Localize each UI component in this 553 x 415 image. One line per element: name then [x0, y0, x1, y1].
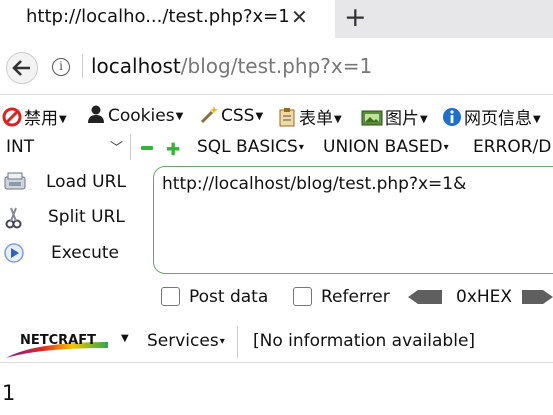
netcraft-logo-text: NETCRAFT	[20, 333, 96, 348]
menu-disable[interactable]: 禁用▼	[2, 104, 67, 129]
info-icon	[443, 108, 461, 126]
cookie-person-icon	[88, 105, 104, 123]
scissors-icon	[5, 207, 22, 229]
play-icon	[4, 243, 24, 263]
clipboard-icon	[279, 108, 295, 127]
menu-error-based[interactable]: ERROR/D	[473, 137, 551, 157]
hackbar-options: Post data Referrer 0xHEX	[0, 284, 553, 312]
post-data-checkbox[interactable]	[161, 287, 180, 306]
close-tab-icon[interactable]: ✕	[291, 5, 308, 29]
split-url-button[interactable]: Split URL	[0, 201, 150, 235]
menu-images-label: 图片	[385, 109, 419, 129]
decode-arrow-left-icon[interactable]	[408, 290, 442, 304]
encode-arrow-right-icon[interactable]	[522, 290, 553, 304]
menu-union-based[interactable]: UNION BASED▾	[323, 137, 449, 157]
url-host: localhost	[91, 54, 181, 78]
divider	[237, 326, 238, 358]
decrease-icon[interactable]	[141, 146, 153, 150]
menu-page-info-label: 网页信息	[464, 109, 532, 129]
execute-button[interactable]: Execute	[0, 237, 150, 271]
menu-forms[interactable]: 表单▼	[277, 104, 342, 129]
caret-icon: ▼	[420, 114, 428, 125]
load-url-label: Load URL	[46, 172, 126, 192]
menu-sql-basics[interactable]: SQL BASICS▾	[197, 137, 304, 157]
menu-cookies[interactable]: Cookies▼	[86, 104, 183, 126]
menu-error-based-label: ERROR/D	[473, 137, 552, 157]
page-output: 1	[2, 381, 16, 405]
caret-icon: ▼	[334, 114, 342, 125]
caret-icon: ▼	[175, 111, 184, 122]
menu-css-label: CSS	[221, 106, 255, 126]
disable-icon	[2, 107, 22, 127]
hackbar-toolbar: INT ﹀ ✚ SQL BASICS▾ UNION BASED▾ ERROR/D	[0, 134, 553, 164]
encoding-select[interactable]: INT ﹀	[0, 134, 131, 160]
caret-icon: ▾	[443, 142, 449, 153]
active-tab[interactable]: http://localho.../test.php?x=1 ✕	[0, 0, 335, 38]
menu-cookies-label: Cookies	[108, 106, 175, 126]
url-textarea[interactable]: http://localhost/blog/test.php?x=1&	[153, 166, 553, 274]
referrer-checkbox[interactable]	[293, 287, 312, 306]
tab-title: http://localho.../test.php?x=1	[26, 6, 290, 27]
caret-icon: ▼	[533, 114, 541, 125]
load-url-icon	[4, 172, 26, 190]
post-data-label: Post data	[189, 287, 269, 307]
execute-label: Execute	[51, 243, 119, 263]
encoding-select-value: INT	[6, 137, 35, 157]
increase-icon[interactable]: ✚	[166, 140, 180, 160]
divider	[82, 54, 83, 78]
image-icon	[361, 110, 383, 126]
site-info-text: [No information available]	[253, 331, 476, 351]
site-info-icon[interactable]: i	[52, 58, 70, 76]
new-tab-button[interactable]: +	[344, 2, 367, 33]
caret-icon: ▾	[298, 142, 304, 153]
extension-toolbar: 禁用▼ Cookies▼ CSS▼ 表单▼ 图片▼ 网页信息▼	[0, 96, 553, 134]
netcraft-toolbar: NETCRAFT ▼ Services▾ [No information ava…	[0, 322, 553, 363]
hackbar-actions: Load URL Split URL Execute	[0, 166, 150, 276]
referrer-label: Referrer	[321, 287, 390, 307]
menu-css[interactable]: CSS▼	[199, 104, 263, 126]
load-url-button[interactable]: Load URL	[0, 166, 150, 200]
navigation-bar: i localhost/blog/test.php?x=1	[0, 38, 553, 95]
services-label: Services	[147, 331, 219, 351]
menu-sql-basics-label: SQL BASICS	[197, 137, 298, 157]
tab-strip: http://localho.../test.php?x=1 ✕ +	[0, 0, 553, 38]
back-arrow-icon	[12, 60, 30, 76]
caret-icon[interactable]: ▼	[121, 333, 129, 344]
url-path: /blog/test.php?x=1	[180, 54, 373, 78]
back-button[interactable]	[6, 52, 38, 84]
url-textarea-value: http://localhost/blog/test.php?x=1&	[162, 174, 467, 194]
magic-wand-icon	[200, 106, 218, 124]
hex-label: 0xHEX	[456, 287, 513, 307]
menu-images[interactable]: 图片▼	[361, 104, 428, 129]
menu-disable-label: 禁用	[24, 109, 58, 129]
caret-icon: ▼	[255, 111, 264, 122]
netcraft-logo[interactable]: NETCRAFT	[4, 328, 114, 360]
split-url-label: Split URL	[48, 207, 125, 227]
address-bar[interactable]: localhost/blog/test.php?x=1	[91, 54, 372, 78]
services-menu[interactable]: Services▾	[147, 331, 225, 351]
menu-page-info[interactable]: 网页信息▼	[442, 104, 541, 129]
caret-icon: ▾	[219, 336, 225, 347]
menu-union-based-label: UNION BASED	[323, 137, 443, 157]
caret-icon: ▼	[59, 114, 67, 125]
menu-forms-label: 表单	[299, 109, 333, 129]
chevron-down-icon: ﹀	[110, 141, 124, 156]
